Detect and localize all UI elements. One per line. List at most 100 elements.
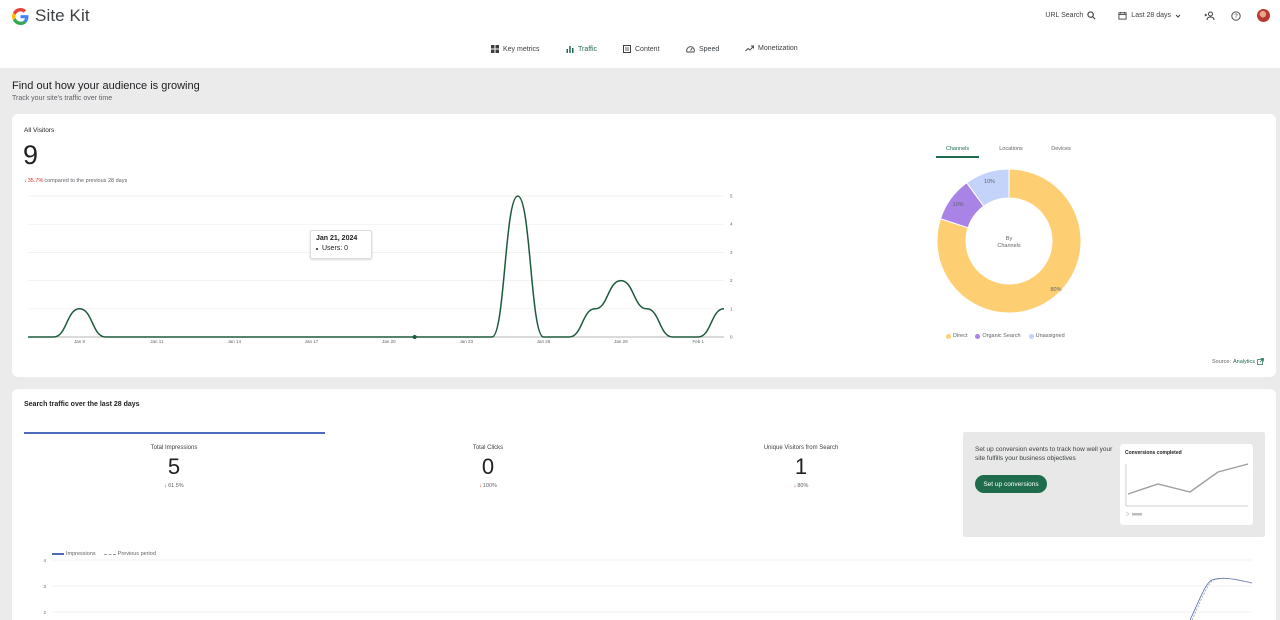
metric-value: 5 — [167, 454, 181, 479]
page-header: Find out how your audience is growing Tr… — [12, 80, 200, 102]
legend-item-direct[interactable]: Direct — [946, 333, 967, 339]
tab-speed[interactable]: Speed — [686, 45, 719, 53]
tab-label: Traffic — [578, 45, 598, 53]
slice-label: 10% — [953, 202, 964, 208]
conversions-promo: Set up conversion events to track how we… — [963, 432, 1265, 537]
source-label: Source: — [1212, 358, 1231, 365]
x-tick-label: Jan 17 — [305, 339, 319, 344]
external-link-icon[interactable] — [1257, 358, 1264, 365]
x-tick-label: Jan 26 — [537, 339, 551, 344]
top-bar: Site Kit URL Search Last 28 days ? Key m… — [0, 0, 1280, 68]
set-up-conversions-button[interactable]: Set up conversions — [975, 475, 1047, 493]
metric-value: 1 — [794, 454, 808, 479]
metric-label: Unique Visitors from Search — [763, 445, 839, 451]
calendar-icon — [1118, 11, 1127, 20]
help-icon: ? — [1231, 10, 1241, 21]
help-button[interactable]: ? — [1230, 10, 1242, 22]
legend-label: Direct — [953, 333, 968, 339]
tab-monetization[interactable]: Monetization — [745, 45, 798, 52]
metric-total-impressions[interactable]: Total Impressions 5 ↓ 61.5% — [74, 445, 274, 489]
legend-swatch — [975, 333, 981, 339]
promo-text: Set up conversion events to track how we… — [975, 446, 1113, 462]
metric-delta: ↓ 80% — [701, 483, 901, 489]
date-range-label: Last 28 days — [1131, 12, 1171, 19]
chart-tooltip: Jan 21, 2024 Users: 0 — [310, 230, 372, 259]
metric-value: 0 — [481, 454, 495, 479]
legend-item-organic-search[interactable]: Organic Search — [975, 333, 1021, 339]
series-line — [27, 195, 725, 338]
header-actions: URL Search Last 28 days ? — [1045, 9, 1270, 22]
hover-point — [412, 335, 417, 339]
tab-content[interactable]: Content — [623, 45, 660, 53]
impressions-line — [1189, 577, 1253, 620]
conversions-preview-card: Conversions completed — [1120, 444, 1253, 525]
svg-text:?: ? — [1234, 14, 1238, 20]
date-range-selector[interactable]: Last 28 days — [1118, 11, 1181, 20]
add-user-icon — [1204, 11, 1214, 20]
app-name: Site Kit — [35, 6, 90, 25]
metric-delta: ↓ 100% — [388, 483, 588, 489]
dimension-tabs: Channels Locations Devices — [936, 144, 1096, 159]
previous-period-line — [1191, 577, 1253, 620]
y-tick-label: 3 — [43, 584, 46, 589]
document-icon — [623, 45, 631, 53]
chevron-down-icon — [1175, 14, 1181, 18]
tab-channels[interactable]: Channels — [936, 144, 979, 158]
url-search-label: URL Search — [1045, 12, 1084, 19]
legend-label: Unassigned — [1035, 333, 1065, 339]
selected-metric-indicator — [24, 432, 325, 434]
donut-center-label: Channels — [997, 243, 1020, 249]
tab-devices[interactable]: Devices — [1036, 144, 1086, 159]
delta-value: 80% — [797, 483, 809, 489]
tooltip-line: Users: 0 — [316, 245, 366, 252]
avatar[interactable] — [1257, 9, 1270, 22]
y-tick-label: 1 — [730, 306, 733, 311]
arrow-down-icon: ↓ — [164, 483, 168, 489]
x-tick-label: Jan 20 — [382, 339, 396, 344]
add-user-button[interactable] — [1203, 10, 1215, 22]
analytics-link[interactable]: Analytics — [1233, 359, 1255, 365]
y-tick-label: 4 — [730, 222, 733, 227]
tab-traffic[interactable]: Traffic — [566, 45, 597, 53]
channels-donut-chart: 80% 10% 10% ByChannels — [936, 169, 1082, 314]
y-tick-label: 2 — [43, 610, 46, 615]
source-attribution: Source: Analytics — [1212, 358, 1264, 365]
metric-total-clicks[interactable]: Total Clicks 0 ↓ 100% — [388, 445, 588, 489]
speedometer-icon — [686, 46, 695, 53]
visitors-line-chart: 0 1 2 3 4 5 Jan 8 Jan 11 Jan 14 Jan 17 Jan 20 Jan 2… — [27, 194, 733, 344]
slice-label: 10% — [984, 179, 995, 185]
x-tick-label: Jan 14 — [227, 339, 241, 344]
dashboard-nav: Key metrics Traffic Content Speed Moneti… — [0, 45, 1280, 59]
tab-label: Speed — [699, 45, 720, 53]
tab-locations[interactable]: Locations — [986, 144, 1036, 159]
legend-swatch — [946, 333, 951, 339]
donut-center-label: By — [1006, 236, 1013, 242]
all-visitors-card: All Visitors 9 ↓ 35.7% compared to the p… — [12, 114, 1276, 377]
y-tick-label: 3 — [730, 250, 733, 255]
metric-unique-visitors-search[interactable]: Unique Visitors from Search 1 ↓ 80% — [701, 445, 901, 489]
search-traffic-chart: 4 3 2 — [43, 558, 1253, 620]
bar-chart-icon — [566, 46, 574, 53]
slice-label: 80% — [1050, 287, 1061, 293]
tab-label: Content — [635, 45, 660, 53]
donut-legend: Direct Organic Search Unassigned — [946, 333, 1065, 339]
grid-icon — [491, 45, 499, 53]
search-traffic-title: Search traffic over the last 28 days — [24, 401, 140, 408]
x-tick-label: Jan 29 — [614, 339, 628, 344]
tab-key-metrics[interactable]: Key metrics — [491, 45, 540, 53]
metric-label: Total Impressions — [150, 445, 198, 451]
tooltip-date: Jan 21, 2024 — [316, 235, 358, 242]
metric-label: Total Clicks — [472, 445, 504, 451]
search-traffic-card: Search traffic over the last 28 days Tot… — [12, 389, 1276, 620]
legend-item-unassigned[interactable]: Unassigned — [1028, 333, 1065, 339]
x-tick-label: Feb 1 — [692, 339, 704, 344]
google-g-icon — [12, 7, 29, 25]
arrow-down-icon: ↓ — [793, 483, 797, 489]
page-title: Find out how your audience is growing — [12, 80, 200, 92]
url-search-button[interactable]: URL Search — [1045, 11, 1096, 20]
site-kit-logo[interactable]: Site Kit — [12, 6, 90, 26]
tab-label: Monetization — [758, 45, 798, 52]
y-tick-label: 4 — [43, 558, 46, 563]
arrow-down-icon: ↓ — [479, 483, 482, 489]
delta-value: 61.5% — [168, 483, 184, 489]
